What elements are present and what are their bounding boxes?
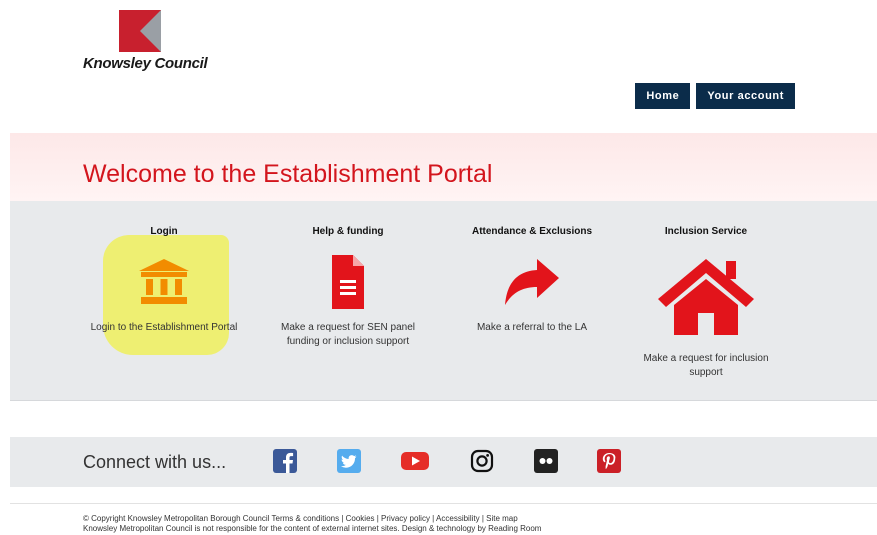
youtube-icon[interactable] (401, 449, 429, 473)
document-icon (332, 255, 364, 309)
council-logo-text: Knowsley Council (83, 55, 208, 72)
house-icon (658, 259, 754, 335)
footer: © Copyright Knowsley Metropolitan Boroug… (83, 514, 541, 534)
share-arrow-icon (505, 259, 559, 305)
flickr-icon[interactable] (534, 449, 558, 473)
top-nav: Home Your account (635, 83, 795, 109)
service-attendance[interactable]: Attendance & Exclusions Make a referral … (452, 201, 612, 401)
service-inclusion[interactable]: Inclusion Service Make a request for inc… (626, 201, 786, 401)
page-title: Welcome to the Establishment Portal (83, 160, 493, 188)
footer-copyright[interactable]: © Copyright Knowsley Metropolitan Boroug… (83, 514, 541, 524)
footer-disclaimer: Knowsley Metropolitan Council is not res… (83, 524, 542, 533)
service-inclusion-desc: Make a request for inclusion support (643, 353, 769, 378)
connect-label: Connect with us... (83, 452, 227, 472)
service-attendance-desc: Make a referral to the LA (476, 322, 588, 333)
home-button[interactable]: Home (635, 83, 691, 109)
service-help-funding-title: Help & funding (312, 226, 384, 237)
footer-divider (10, 503, 877, 504)
welcome-banner: Welcome to the Establishment Portal (10, 133, 877, 201)
service-help-funding[interactable]: Help & funding Make a request for SEN pa… (268, 201, 428, 401)
service-login-title: Login (150, 226, 178, 237)
your-account-button[interactable]: Your account (696, 83, 795, 109)
instagram-icon[interactable] (470, 449, 494, 473)
service-login-desc: Login to the Establishment Portal (90, 322, 238, 333)
service-help-funding-desc: Make a request for SEN panel funding or … (281, 322, 415, 347)
council-logo[interactable]: Knowsley Council (83, 10, 208, 72)
service-inclusion-title: Inclusion Service (664, 226, 748, 237)
service-login[interactable]: Login Login to the Establishment Portal (84, 201, 244, 401)
bank-icon (139, 259, 189, 304)
service-attendance-title: Attendance & Exclusions (471, 226, 593, 237)
council-logo-mark (119, 10, 161, 52)
connect-bar: Connect with us... (10, 437, 877, 487)
facebook-icon[interactable] (273, 449, 297, 473)
pinterest-icon[interactable] (597, 449, 621, 473)
twitter-icon[interactable] (337, 449, 361, 473)
